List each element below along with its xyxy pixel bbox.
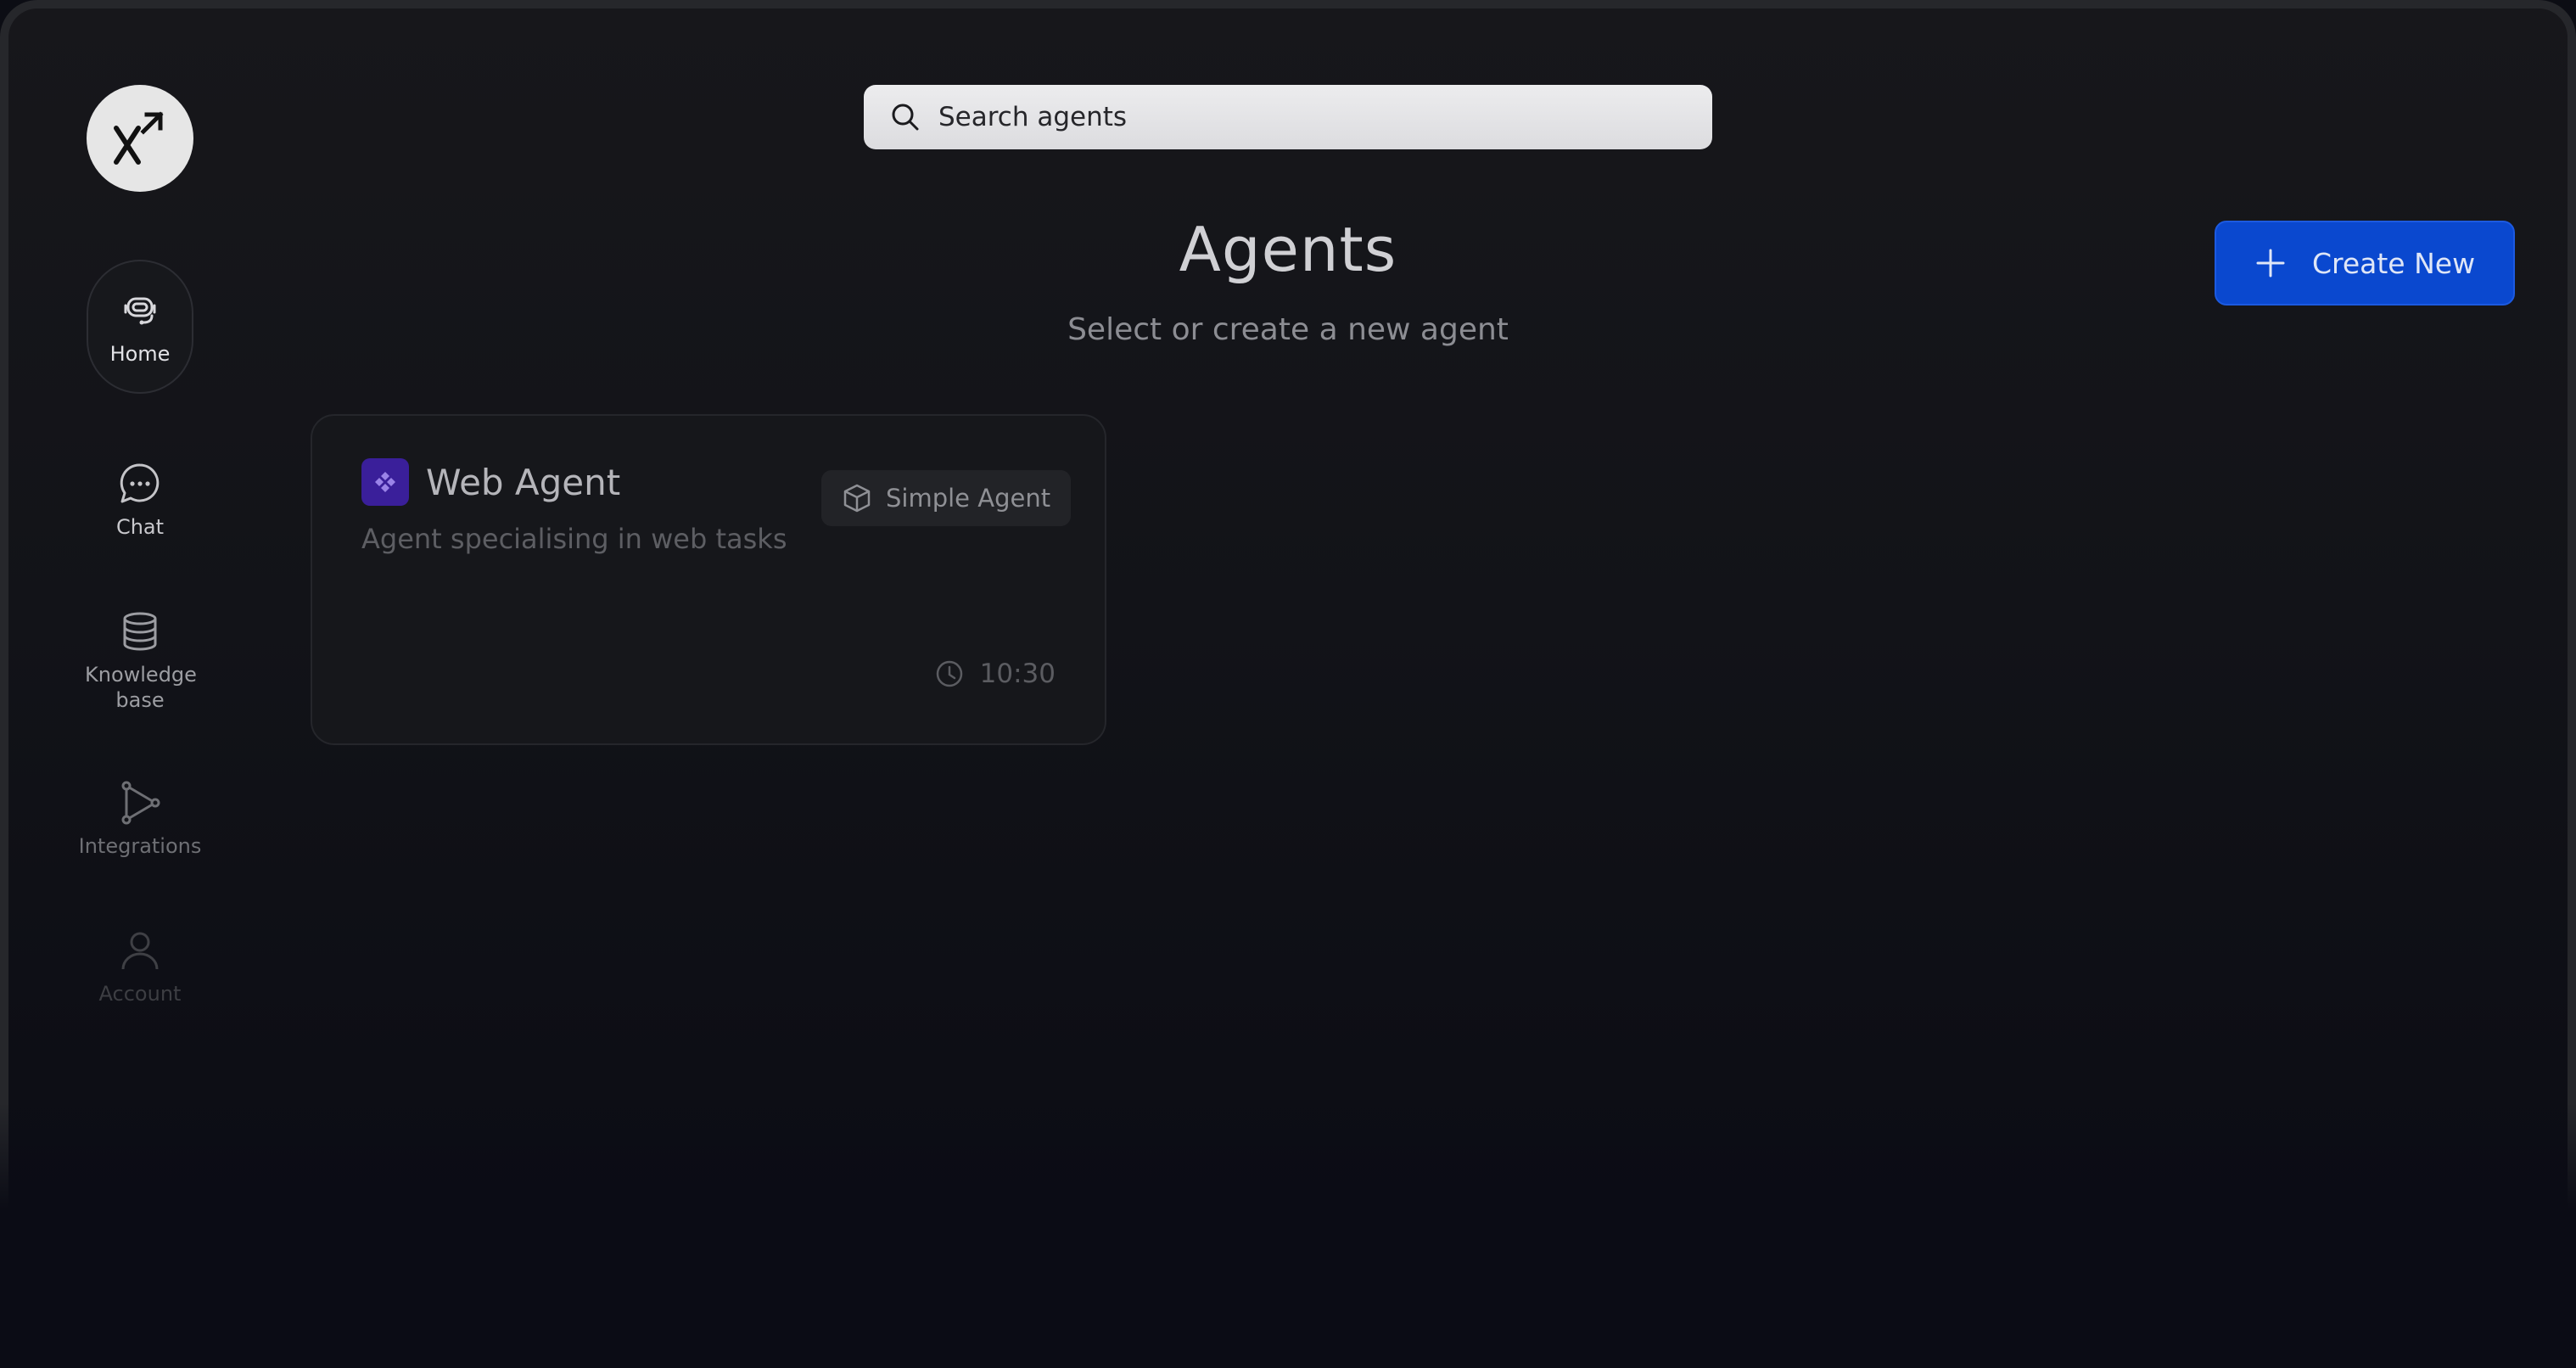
sidebar-item-home[interactable]: Home bbox=[87, 260, 193, 394]
plus-icon bbox=[2256, 249, 2285, 278]
agent-name: Web Agent bbox=[426, 462, 621, 503]
app-root: Home Chat Knowledge base Integrations Ac… bbox=[0, 0, 2576, 1368]
create-new-label: Create New bbox=[2311, 246, 2476, 280]
cube-icon bbox=[843, 484, 871, 513]
agent-description: Agent specialising in web tasks bbox=[361, 523, 787, 555]
chat-bubble-icon bbox=[120, 463, 160, 503]
agent-type-badge: Simple Agent bbox=[821, 470, 1072, 526]
sidebar-item-account[interactable]: Account bbox=[66, 928, 214, 1006]
sidebar-item-label: Home bbox=[109, 342, 171, 366]
agent-time-label: 10:30 bbox=[979, 659, 1056, 689]
create-new-button[interactable]: Create New bbox=[2215, 221, 2515, 306]
sidebar-item-knowledge-base[interactable]: Knowledge base bbox=[66, 609, 214, 713]
clock-icon bbox=[936, 660, 962, 687]
x-arrow-logo-icon bbox=[114, 111, 164, 165]
page-subtitle: Select or create a new agent bbox=[1067, 312, 1509, 347]
robot-headset-icon bbox=[124, 297, 156, 325]
search-icon bbox=[892, 104, 919, 131]
search-input[interactable] bbox=[937, 101, 1670, 133]
sidebar-item-label: Chat bbox=[115, 515, 165, 539]
agent-card[interactable]: Web Agent Agent specialising in web task… bbox=[311, 414, 1106, 745]
sidebar-item-label: Account bbox=[98, 982, 182, 1006]
agent-type-label: Simple Agent bbox=[886, 484, 1051, 513]
database-icon bbox=[123, 612, 157, 651]
sidebar-item-integrations[interactable]: Integrations bbox=[66, 781, 214, 859]
agent-timestamp: 10:30 bbox=[934, 659, 1056, 689]
sidebar-item-chat[interactable]: Chat bbox=[66, 462, 214, 540]
sidebar-item-label: Knowledge base bbox=[85, 663, 197, 712]
integrations-graph-icon bbox=[121, 781, 160, 825]
agent-avatar bbox=[361, 458, 409, 506]
sidebar-item-label: Integrations bbox=[78, 834, 202, 858]
user-icon bbox=[121, 932, 159, 970]
diamond-cluster-icon bbox=[375, 472, 395, 492]
page-title: Agents bbox=[1179, 214, 1397, 285]
search-bar[interactable] bbox=[864, 85, 1712, 149]
app-logo[interactable] bbox=[87, 85, 193, 192]
